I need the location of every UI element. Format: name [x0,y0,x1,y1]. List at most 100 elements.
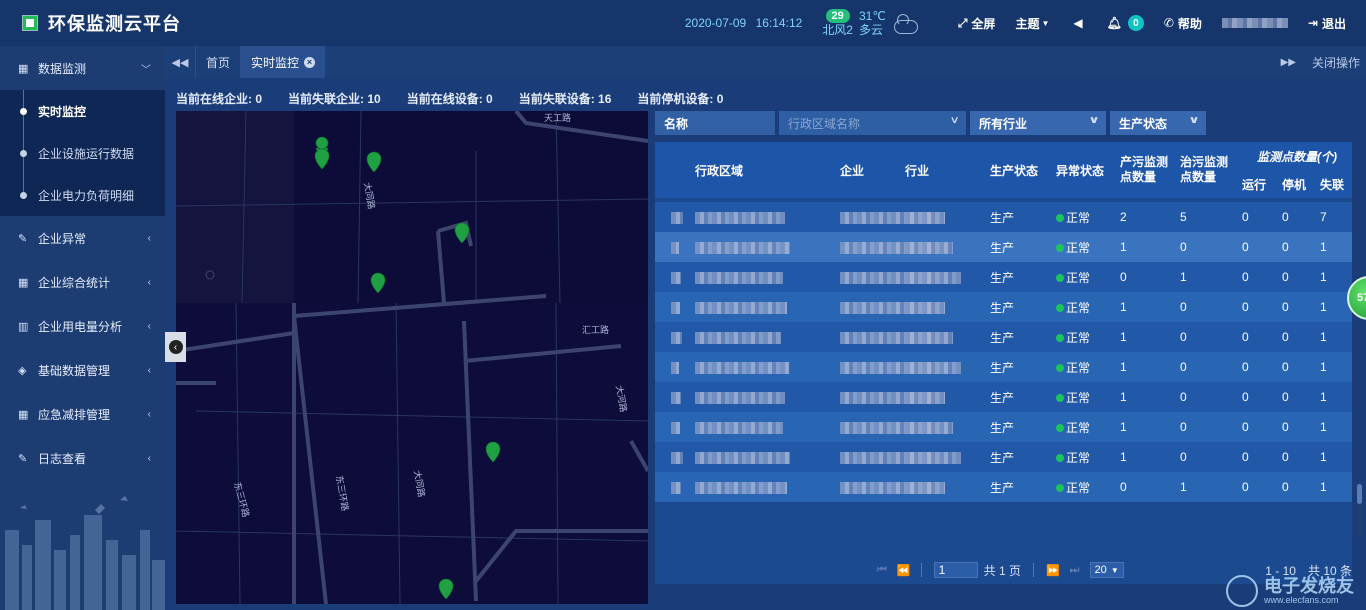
close-ops-button[interactable]: 关闭操作 [1312,54,1360,71]
header-treatment-points[interactable]: 治污监测点数量 [1180,142,1242,198]
fullscreen-button[interactable]: ⤢ 全屏 [958,15,996,32]
datetime: 2020-07-09 16:14:12 [685,16,808,30]
abnormal-text: 正常 [1066,210,1091,225]
table-row[interactable]: 生产 正常 0 1 0 0 1 [655,472,1353,502]
table-row[interactable]: 生产 正常 1 0 0 0 1 [655,442,1353,472]
production-status-select[interactable]: 生产状态 ∨ [1110,111,1206,135]
menu-enterprise-stats[interactable]: ▦ 企业综合统计 ‹ [0,260,165,304]
industry-cell-blurred [905,202,990,232]
map-marker-icon [454,222,470,244]
menu-power-analysis[interactable]: ▥ 企业用电量分析 ‹ [0,304,165,348]
app-title: 环保监测云平台 [48,14,181,34]
sound-button[interactable]: ◀ [1073,16,1086,30]
header-offline[interactable]: 失联 [1320,170,1352,198]
prod-status-cell: 生产 [990,240,1015,255]
table-row[interactable]: 生产 正常 2 5 0 0 7 [655,202,1353,232]
pollution-count-cell: 1 [1120,420,1127,434]
collapse-sidebar-button[interactable]: ‹ [165,332,186,362]
chevron-left-icon: ‹ [147,452,151,464]
row-index-blurred [655,292,695,322]
name-filter-input[interactable]: 名称 [655,111,775,135]
submenu: 实时监控 企业设施运行数据 企业电力负荷明细 [0,90,165,216]
last-page-icon[interactable]: ⏭ [1070,564,1080,577]
prev-page-icon[interactable]: ⏪ [897,564,911,577]
table-row[interactable]: 生产 正常 0 1 0 0 1 [655,262,1353,292]
sidebar-item-facility-data[interactable]: 企业设施运行数据 [0,132,165,174]
calendar-icon: ▦ [18,408,29,421]
region-cell-blurred [695,352,800,382]
first-page-icon[interactable]: ⏮ [877,564,887,577]
offline-count-cell: 1 [1320,360,1327,374]
weather-widget: 29 北风2 31℃ 多云 [822,9,918,37]
table-row[interactable]: 生产 正常 1 0 0 0 1 [655,232,1353,262]
logout-button[interactable]: ⇥ 退出 [1308,15,1346,32]
scrollbar[interactable] [1357,484,1362,538]
running-count-cell: 0 [1242,390,1249,404]
notification-button[interactable]: 🔔︎ 0 [1107,15,1144,31]
industry-select[interactable]: 所有行业 ∨ [970,111,1106,135]
menu-logs[interactable]: ✎ 日志查看 ‹ [0,436,165,480]
table-row[interactable]: 生产 正常 1 0 0 0 1 [655,292,1353,322]
abnormal-status-cell: 正常 [1056,382,1120,412]
chevron-down-icon: ∨ [1188,115,1200,126]
table-row[interactable]: 生产 正常 1 0 0 0 1 [655,382,1353,412]
user-name-blurred[interactable] [1221,18,1288,28]
tabs-scroll-left-icon[interactable]: ◀◀ [165,56,195,69]
menu-label: 基础数据管理 [38,363,111,378]
status-dot-icon [1056,424,1064,433]
page-number-input[interactable] [933,562,978,578]
offline-count-cell: 1 [1320,240,1327,254]
tree-dot [20,192,27,199]
phone-icon: ✆ [1163,16,1174,30]
calendar-icon: ▦ [18,276,29,289]
running-count-cell: 0 [1242,240,1249,254]
row-index-blurred [655,412,695,442]
header-abnormal-status[interactable]: 异常状态 [1056,142,1120,198]
menu-emergency[interactable]: ▦ 应急减排管理 ‹ [0,392,165,436]
next-page-icon[interactable]: ⏩ [1046,564,1060,577]
offline-count-cell: 1 [1320,420,1327,434]
abnormal-status-cell: 正常 [1056,262,1120,292]
row-index-blurred [655,232,695,262]
sidebar-item-realtime-monitor[interactable]: 实时监控 [0,90,165,132]
map-view[interactable]: 天工路 大同路 汇工路 大河路 大同路 东三环路 东三环路 [176,111,648,604]
abnormal-status-cell: 正常 [1056,292,1120,322]
prod-status-cell: 生产 [990,300,1015,315]
header-prod-status[interactable]: 生产状态 [990,142,1056,198]
prod-status-cell: 生产 [990,390,1015,405]
help-button[interactable]: ✆ 帮助 [1164,15,1202,32]
industry-cell-blurred [905,262,990,292]
header-stopped[interactable]: 停机 [1282,170,1320,198]
header-pollution-points[interactable]: 产污监测点数量 [1120,142,1180,198]
chevron-left-icon: ‹ [147,320,151,332]
header-enterprise[interactable]: 企业 [800,142,905,198]
row-index-blurred [655,262,695,292]
status-dot-icon [1056,274,1064,283]
layers-icon: ◈ [18,364,27,377]
chevron-down-icon: ﹀ [141,64,151,76]
region-select[interactable]: 行政区域名称 ∨ [779,111,966,135]
logout-label: 退出 [1321,16,1346,31]
top-header: 环保监测云平台 2020-07-09 16:14:12 29 北风2 31℃ 多… [0,0,1366,46]
menu-basic-data[interactable]: ◈ 基础数据管理 ‹ [0,348,165,392]
table-row[interactable]: 生产 正常 1 0 0 0 1 [655,412,1353,442]
tab-home[interactable]: 首页 [195,46,240,78]
header-industry[interactable]: 行业 [905,142,990,198]
enterprise-cell-blurred [800,232,940,262]
sidebar-item-power-load[interactable]: 企业电力负荷明细 [0,174,165,216]
table-row[interactable]: 生产 正常 1 0 0 0 1 [655,322,1353,352]
theme-dropdown[interactable]: 主题 ▼ [1015,15,1053,32]
tab-realtime-monitor[interactable]: 实时监控 × [240,46,326,78]
header-running[interactable]: 运行 [1242,170,1282,198]
menu-enterprise-abnormal[interactable]: ✎ 企业异常 ‹ [0,216,165,260]
page-size-select[interactable]: 20 ▼ [1089,562,1124,578]
table-row[interactable]: 生产 正常 1 0 0 0 1 [655,352,1353,382]
sub-label: 实时监控 [38,104,87,119]
tabs-scroll-right-icon[interactable]: ▶▶ [1281,57,1296,68]
logo-icon [22,15,38,31]
close-icon[interactable]: × [304,56,316,68]
map-marker-icon [485,441,501,463]
stopped-count-cell: 0 [1282,330,1289,344]
header-region: 行政区域 [695,163,744,178]
menu-data-monitor[interactable]: ▦ 数据监测 ﹀ [0,46,165,90]
